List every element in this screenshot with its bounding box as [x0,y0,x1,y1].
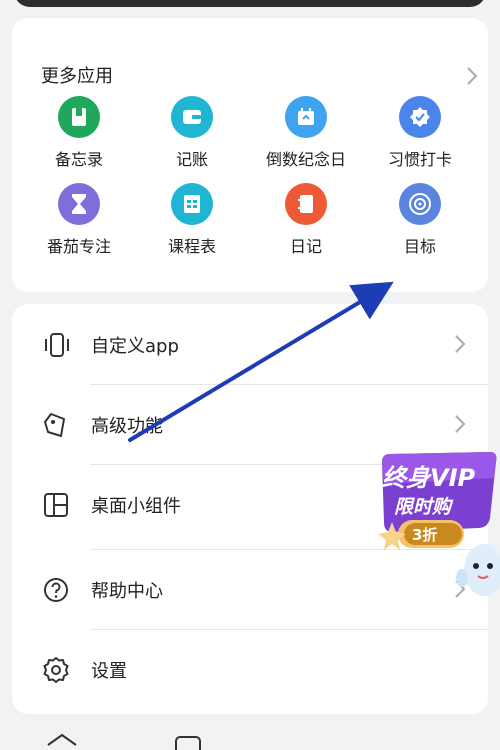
promo-line-1: 终身VIP [382,464,476,492]
app-countdown[interactable]: 倒数纪念日 [256,96,356,170]
app-habit[interactable]: 习惯打卡 [370,96,470,170]
app-label: 记账 [175,150,208,169]
home-icon [47,733,77,746]
bottom-nav [0,725,500,750]
menu-item-custom-app[interactable]: 自定义app [12,304,488,384]
app-label: 番茄专注 [46,237,111,256]
app-goal[interactable]: 目标 [370,183,470,257]
app-memo[interactable]: 备忘录 [29,96,129,170]
menu-item-label: 高级功能 [91,416,163,437]
badge-check-icon [399,96,441,138]
menu-item-label: 自定义app [91,336,179,357]
more-apps-card: 更多应用 备忘录 记账 倒数纪念日 习惯打卡 番茄专注 课程表 日记 目标 [12,18,488,292]
diary-icon [285,183,327,225]
app-label: 课程表 [167,237,216,256]
settings-icon [42,656,70,684]
app-bookkeeping[interactable]: 记账 [142,96,242,170]
app-label: 目标 [403,237,436,256]
chevron-right-icon [454,334,466,358]
hourglass-icon [58,183,100,225]
memo-icon [58,96,100,138]
target-icon [399,183,441,225]
help-icon [42,576,70,604]
menu-item-label: 设置 [91,661,127,682]
app-timetable[interactable]: 课程表 [142,183,242,257]
app-diary[interactable]: 日记 [256,183,356,257]
app-label: 倒数纪念日 [265,150,346,169]
menu-item-label: 桌面小组件 [91,496,181,517]
promo-line-2: 限时购 [394,496,452,518]
chevron-right-icon[interactable] [466,66,478,90]
top-bar-remnant [14,0,486,7]
wallet-icon [171,96,213,138]
calendar-icon [285,96,327,138]
chevron-right-icon [454,414,466,438]
promo-line-3: 3折 [412,526,438,544]
tag-icon [42,411,70,439]
app-label: 习惯打卡 [387,150,452,169]
menu-item-label: 帮助中心 [91,581,163,602]
more-apps-title: 更多应用 [41,66,113,87]
app-label: 日记 [289,237,322,256]
app-label: 备忘录 [54,150,103,169]
app-pomodoro[interactable]: 番茄专注 [29,183,129,257]
nav-tab-icon [175,736,201,750]
widget-icon [42,491,70,519]
vip-promo-badge[interactable]: 终身VIP 限时购 3折 [378,448,500,598]
timetable-icon [171,183,213,225]
menu-item-settings[interactable]: 设置 [12,629,488,709]
phone-vibrate-icon [42,331,70,359]
